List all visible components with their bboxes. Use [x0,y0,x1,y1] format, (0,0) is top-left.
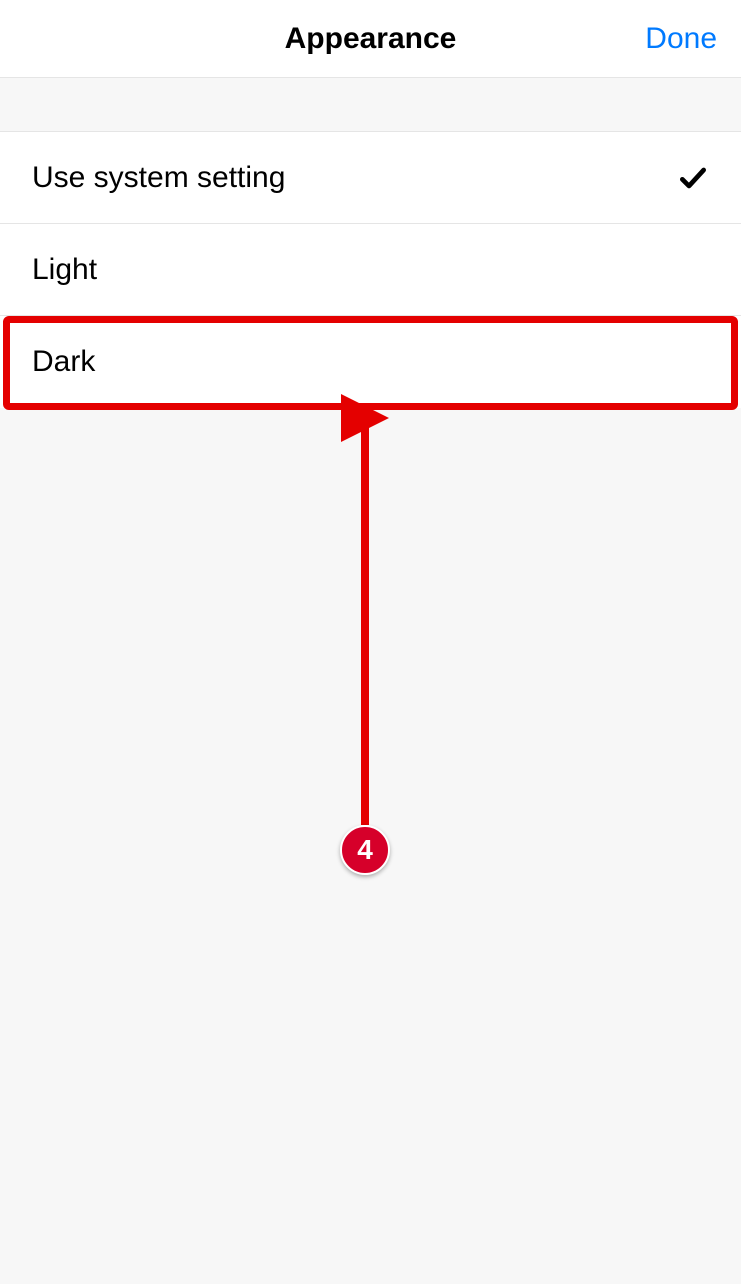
option-label: Light [32,253,97,287]
page-title: Appearance [285,22,457,56]
appearance-options-list: Use system setting Light Dark [0,132,741,408]
header: Appearance Done [0,0,741,78]
checkmark-icon [677,162,709,194]
annotation-step-badge: 4 [340,825,390,875]
option-dark[interactable]: Dark [0,316,741,408]
option-light[interactable]: Light [0,224,741,316]
option-label: Use system setting [32,161,285,195]
option-label: Dark [32,345,95,379]
annotation-step-number: 4 [357,834,373,866]
section-spacer [0,78,741,132]
done-button[interactable]: Done [645,22,717,56]
option-use-system-setting[interactable]: Use system setting [0,132,741,224]
